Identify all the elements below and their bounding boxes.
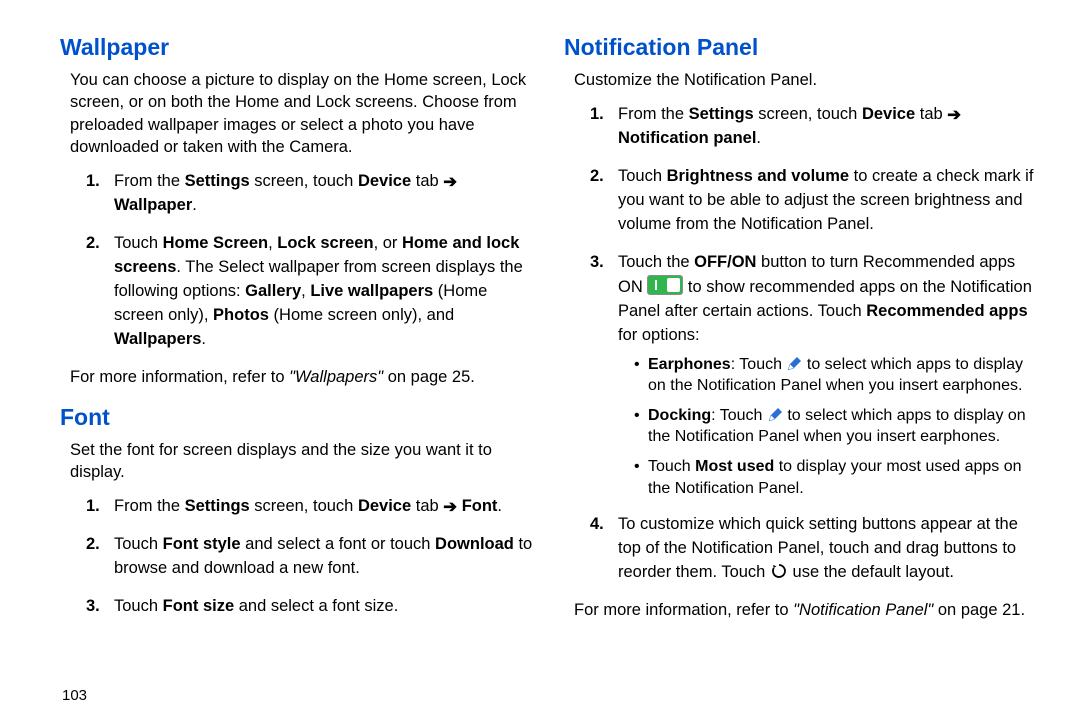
text: Touch: [618, 167, 667, 185]
font-step-2: 2. Touch Font style and select a font or…: [86, 533, 536, 581]
wallpaper-word: Wallpaper: [114, 196, 192, 214]
wallpaper-step-2: 2. Touch Home Screen, Lock screen, or Ho…: [86, 232, 536, 352]
text: Touch: [114, 535, 163, 553]
bullet-docking: Docking: Touch to select which apps to d…: [634, 405, 1040, 448]
text: (Home screen only), and: [269, 306, 454, 324]
text: , or: [374, 234, 402, 252]
recommended-apps-word: Recommended apps: [866, 302, 1027, 320]
wallpapers-word: Wallpapers: [114, 330, 201, 348]
font-step-3: 3. Touch Font size and select a font siz…: [86, 595, 536, 619]
device-word: Device: [862, 105, 915, 123]
notification-heading: Notification Panel: [564, 34, 1040, 61]
pencil-icon: [786, 356, 802, 372]
text: .: [756, 129, 761, 147]
device-word: Device: [358, 172, 411, 190]
arrow-right-icon: ➔: [443, 496, 457, 520]
text: screen, touch: [250, 172, 358, 190]
device-word: Device: [358, 497, 411, 515]
settings-word: Settings: [689, 105, 754, 123]
text: tab: [915, 105, 947, 123]
text: For more information, refer to: [70, 368, 289, 386]
text: ,: [301, 282, 310, 300]
bullet-most-used: Touch Most used to display your most use…: [634, 456, 1040, 499]
text: .: [201, 330, 206, 348]
home-screen-word: Home Screen: [163, 234, 268, 252]
toggle-on-icon: [647, 275, 683, 295]
wallpaper-heading: Wallpaper: [60, 34, 536, 61]
ref-quote: "Wallpapers": [289, 368, 383, 386]
font-intro: Set the font for screen displays and the…: [70, 439, 536, 484]
bullet-earphones: Earphones: Touch to select which apps to…: [634, 354, 1040, 397]
wallpaper-reference: For more information, refer to "Wallpape…: [70, 366, 536, 388]
text: .: [192, 196, 197, 214]
arrow-right-icon: ➔: [947, 104, 961, 128]
reset-icon: [770, 562, 788, 580]
notification-panel-word: Notification panel: [618, 129, 756, 147]
notification-step-4: 4. To customize which quick setting butt…: [590, 513, 1040, 585]
notification-reference: For more information, refer to "Notifica…: [574, 599, 1040, 621]
off-on-word: OFF/ON: [694, 253, 756, 271]
wallpaper-intro: You can choose a picture to display on t…: [70, 69, 536, 158]
live-wallpapers-word: Live wallpapers: [310, 282, 433, 300]
text: For more information, refer to: [574, 601, 793, 619]
ref-quote: "Notification Panel": [793, 601, 933, 619]
text: tab: [411, 172, 443, 190]
font-style-word: Font style: [163, 535, 241, 553]
text: ,: [268, 234, 277, 252]
wallpaper-step-1: 1. From the Settings screen, touch Devic…: [86, 170, 536, 218]
text: tab: [411, 497, 443, 515]
notification-step-3: 3. Touch the OFF/ON button to turn Recom…: [590, 251, 1040, 499]
text: and select a font or touch: [241, 535, 435, 553]
photos-word: Photos: [213, 306, 269, 324]
most-used-word: Most used: [695, 458, 774, 475]
download-word: Download: [435, 535, 514, 553]
text: From the: [114, 172, 185, 190]
text: on page 25.: [383, 368, 475, 386]
brightness-volume-word: Brightness and volume: [667, 167, 849, 185]
lock-screen-word: Lock screen: [277, 234, 373, 252]
docking-word: Docking: [648, 407, 711, 424]
text: Touch the: [618, 253, 694, 271]
text: From the: [114, 497, 185, 515]
page-number: 103: [62, 687, 87, 704]
text: Touch: [114, 234, 163, 252]
notification-step-1: 1. From the Settings screen, touch Devic…: [590, 103, 1040, 151]
text: use the default layout.: [793, 563, 954, 581]
settings-word: Settings: [185, 497, 250, 515]
font-heading: Font: [60, 404, 536, 431]
text: From the: [618, 105, 689, 123]
text: : Touch: [711, 407, 767, 424]
settings-word: Settings: [185, 172, 250, 190]
gallery-word: Gallery: [245, 282, 301, 300]
notification-intro: Customize the Notification Panel.: [574, 69, 1040, 91]
text: on page 21.: [933, 601, 1025, 619]
text: and select a font size.: [234, 597, 398, 615]
pencil-icon: [767, 407, 783, 423]
font-size-word: Font size: [163, 597, 235, 615]
font-word: Font: [462, 497, 498, 515]
font-step-1: 1. From the Settings screen, touch Devic…: [86, 495, 536, 519]
text: .: [497, 497, 502, 515]
text: screen, touch: [250, 497, 358, 515]
text: Touch: [114, 597, 163, 615]
text: screen, touch: [754, 105, 862, 123]
text: Touch: [648, 458, 695, 475]
text: : Touch: [731, 356, 787, 373]
arrow-right-icon: ➔: [443, 171, 457, 195]
earphones-word: Earphones: [648, 356, 731, 373]
text: for options:: [618, 326, 700, 344]
notification-step-2: 2. Touch Brightness and volume to create…: [590, 165, 1040, 237]
